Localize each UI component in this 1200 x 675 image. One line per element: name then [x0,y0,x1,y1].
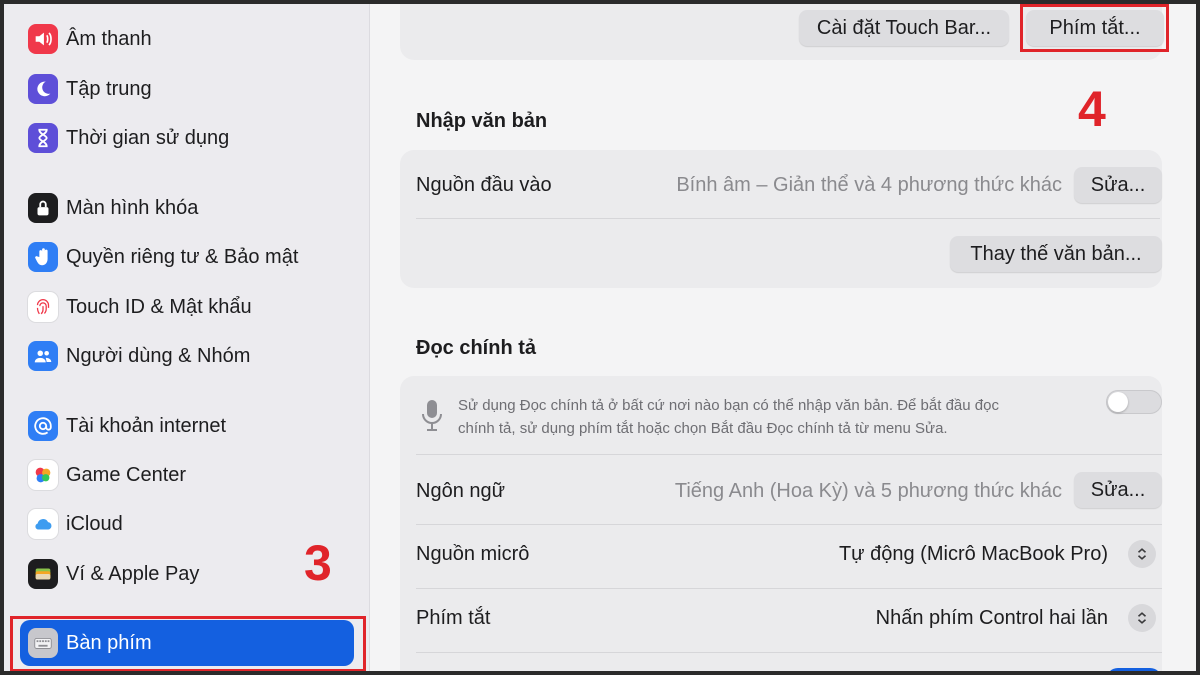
step4-number: 4 [1078,81,1106,137]
separator [416,524,1162,525]
sidebar-item-label: Tài khoản internet [66,414,227,437]
toggle-knob [1108,392,1128,412]
mic-source-value[interactable]: Tự động (Micrô MacBook Pro) [839,543,1108,566]
sidebar-item-label: Tập trung [66,77,152,100]
speaker-icon [28,24,58,54]
game-center-icon [28,460,58,490]
sidebar-item-label: Quyền riêng tư & Bảo mật [66,245,299,268]
partial-toggle[interactable] [1106,668,1162,671]
moon-icon [28,74,58,104]
shortcut-label: Phím tắt [416,607,491,629]
step4-highlight-box [1020,4,1169,52]
fingerprint-icon [28,292,58,322]
sidebar-item-internet-accounts[interactable]: Tài khoản internet [20,403,354,449]
dictation-title: Đọc chính tả [416,337,537,359]
sidebar-item-label: Âm thanh [66,27,152,50]
shortcut-stepper[interactable] [1128,604,1156,632]
main-panel: Cài đặt Touch Bar... Phím tắt... 4 Nhập … [370,4,1196,671]
at-icon [28,411,58,441]
sidebar-item-users[interactable]: Người dùng & Nhóm [20,333,354,379]
sidebar-item-label: Game Center [66,463,187,486]
text-input-title: Nhập văn bản [416,110,548,132]
microphone-icon [418,396,446,436]
sidebar-item-lock-screen[interactable]: Màn hình khóa [20,185,354,231]
sidebar-item-label: Màn hình khóa [66,196,199,219]
sidebar-item-label: Ví & Apple Pay [66,562,200,585]
chevron-up-down-icon [1137,612,1147,624]
language-edit-button[interactable]: Sửa... [1074,472,1162,508]
dictation-description: Sử dụng Đọc chính tả ở bất cứ nơi nào bạ… [458,397,999,437]
mic-source-label: Nguồn micrô [416,543,530,565]
input-sources-value: Bính âm – Giản thể và 4 phương thức khác [676,174,1062,196]
mic-source-stepper[interactable] [1128,540,1156,568]
sidebar-item-touch-id[interactable]: Touch ID & Mật khẩu [20,284,354,330]
separator [416,454,1162,455]
input-sources-edit-button[interactable]: Sửa... [1074,167,1162,203]
sidebar-item-screen-time[interactable]: Thời gian sử dụng [20,115,354,161]
sidebar-item-label: Người dùng & Nhóm [66,344,251,367]
hand-icon [28,242,58,272]
separator [416,218,1160,219]
users-icon [28,341,58,371]
text-replacement-button[interactable]: Thay thế văn bản... [950,236,1162,272]
sidebar-item-label: iCloud [66,512,123,535]
touch-bar-settings-button[interactable]: Cài đặt Touch Bar... [799,10,1009,46]
sidebar-item-label: Touch ID & Mật khẩu [66,295,252,318]
dictation-toggle[interactable] [1106,390,1162,414]
sidebar-item-label: Thời gian sử dụng [66,126,230,149]
sidebar-item-privacy[interactable]: Quyền riêng tư & Bảo mật [20,234,354,280]
language-label: Ngôn ngữ [416,480,506,502]
step3-number: 3 [304,535,332,591]
step3-highlight-box [10,616,366,671]
hourglass-icon [28,123,58,153]
wallet-icon [28,559,58,589]
chevron-up-down-icon [1137,548,1147,560]
screenshot-frame: Âm thanh Tập trung Thời gian sử dụng Màn… [4,4,1196,671]
separator [416,588,1162,589]
sidebar-item-sound[interactable]: Âm thanh [20,16,354,62]
sidebar: Âm thanh Tập trung Thời gian sử dụng Màn… [4,4,370,671]
language-value: Tiếng Anh (Hoa Kỳ) và 5 phương thức khác [674,480,1062,502]
input-sources-label: Nguồn đầu vào [416,174,552,196]
sidebar-item-game-center[interactable]: Game Center [20,452,354,498]
sidebar-item-focus[interactable]: Tập trung [20,66,354,112]
cloud-icon [28,509,58,539]
lock-icon [28,193,58,223]
separator [416,652,1162,653]
shortcut-value[interactable]: Nhấn phím Control hai lần [876,607,1108,630]
